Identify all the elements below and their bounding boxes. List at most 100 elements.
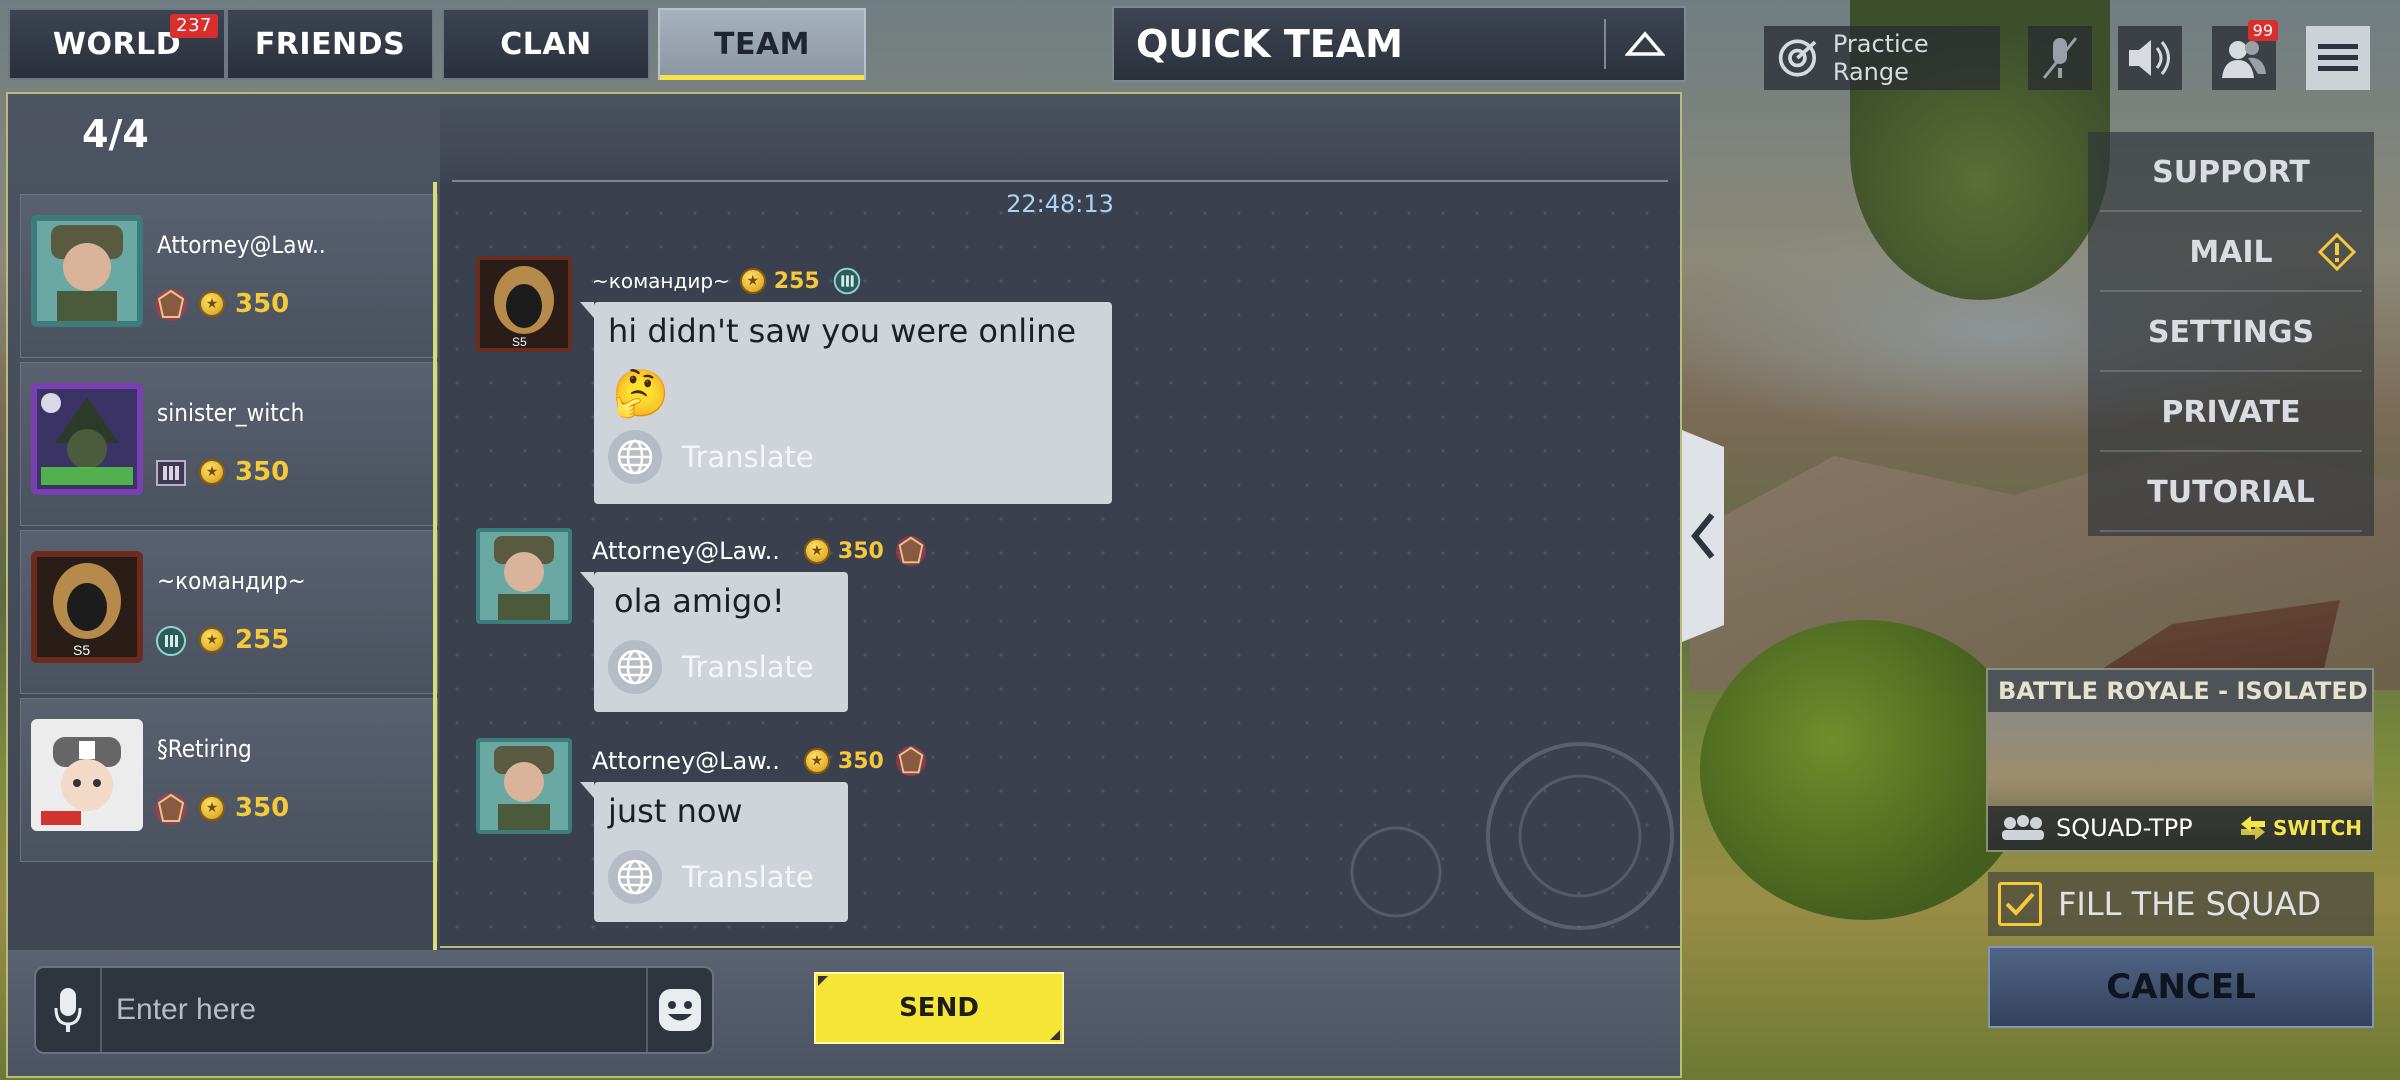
sender-avatar[interactable] xyxy=(476,528,572,624)
thinking-face-emoji: 🤔 xyxy=(612,366,670,420)
member-name: ~командир~ xyxy=(157,567,306,595)
collapse-panel-button[interactable] xyxy=(1682,430,1724,642)
tab-clan[interactable]: CLAN xyxy=(442,8,650,80)
menu-button[interactable] xyxy=(2306,26,2370,90)
chat-input-bar: SEND xyxy=(8,950,1680,1076)
member-points: ★ 350 xyxy=(199,457,289,487)
tab-world[interactable]: WORLD 237 xyxy=(8,8,226,80)
practice-range-label: Practice Range xyxy=(1832,30,1929,86)
svg-text:S5: S5 xyxy=(73,642,90,658)
svg-text:S5: S5 xyxy=(512,335,527,349)
chevron-left-icon xyxy=(1691,513,1715,559)
translate-button[interactable]: Translate xyxy=(608,640,814,694)
avatar xyxy=(31,719,143,831)
star-coin-icon: ★ xyxy=(803,748,830,774)
translate-label: Translate xyxy=(682,440,814,474)
joystick-overlay xyxy=(1350,826,1442,918)
member-points-value: 350 xyxy=(235,457,290,487)
checkbox-checked-icon[interactable] xyxy=(1998,882,2042,926)
roster-member[interactable]: §Retiring ★ 350 xyxy=(20,698,438,862)
sender-points: ★ 255 xyxy=(739,268,820,294)
practice-range-button[interactable]: Practice Range xyxy=(1764,26,2000,90)
message-bubble[interactable]: just now Translate xyxy=(580,782,848,922)
member-points-value: 255 xyxy=(235,625,290,655)
translate-label: Translate xyxy=(682,860,814,894)
menu-item-private[interactable]: PRIVATE xyxy=(2100,374,2362,452)
tab-team[interactable]: TEAM xyxy=(658,8,866,80)
menu-item-support[interactable]: SUPPORT xyxy=(2100,134,2362,212)
mic-muted-button[interactable] xyxy=(2028,26,2092,90)
message-input[interactable] xyxy=(116,968,656,1052)
sender-points-value: 255 xyxy=(773,268,820,294)
message-bubble[interactable]: ola amigo! Translate xyxy=(580,572,848,712)
chat-panel: 4/4 Attorney@Law.. ★ 350 sinister_witch … xyxy=(6,92,1682,1078)
timestamp-divider xyxy=(452,180,1668,182)
chevron-up-icon[interactable] xyxy=(1606,8,1684,80)
member-points-value: 350 xyxy=(235,793,290,823)
translate-button[interactable]: Translate xyxy=(608,850,814,904)
target-icon xyxy=(1778,39,1817,77)
star-coin-icon: ★ xyxy=(199,627,225,653)
roster-member[interactable]: Attorney@Law.. ★ 350 xyxy=(20,194,438,358)
star-coin-icon: ★ xyxy=(739,268,766,294)
menu-item-settings[interactable]: SETTINGS xyxy=(2100,294,2362,372)
microphone-icon[interactable] xyxy=(36,968,102,1052)
roster-member[interactable]: S5 ~командир~ ★ 255 xyxy=(20,530,438,694)
avatar xyxy=(31,215,143,327)
sender-avatar[interactable] xyxy=(476,738,572,834)
message-header: Attorney@Law.. ★ 350 xyxy=(592,534,928,568)
sender-name: ~командир~ xyxy=(592,269,730,293)
tab-team-label: TEAM xyxy=(713,26,811,62)
chat-input-box xyxy=(34,966,714,1054)
avatar: S5 xyxy=(31,551,143,663)
switch-mode-button[interactable]: SWITCH xyxy=(2239,816,2362,840)
tab-friends-label: FRIENDS xyxy=(254,26,406,62)
member-name: sinister_witch xyxy=(157,399,305,427)
cancel-button[interactable]: CANCEL xyxy=(1988,946,2374,1028)
message-text: just now xyxy=(608,792,743,830)
rank-badge-icon xyxy=(833,267,860,295)
sender-points-value: 350 xyxy=(837,748,884,774)
member-name: §Retiring xyxy=(157,735,252,763)
roster-member[interactable]: sinister_witch ★ 350 xyxy=(20,362,438,526)
menu-item-mail[interactable]: MAIL xyxy=(2100,214,2362,292)
speaker-button[interactable] xyxy=(2118,26,2182,90)
globe-icon xyxy=(608,430,662,484)
speaker-icon xyxy=(2129,40,2170,76)
mode-title: BATTLE ROYALE - ISOLATED xyxy=(1988,670,2372,712)
sender-points: ★ 350 xyxy=(803,538,884,564)
roster-scrollbar[interactable] xyxy=(433,182,437,1032)
fill-squad-toggle[interactable]: FILL THE SQUAD xyxy=(1988,872,2374,936)
chat-messages-area[interactable]: 22:48:13 S5 ~командир~ ★ 255 hi didn't s… xyxy=(440,94,1680,946)
member-points: ★ 350 xyxy=(199,289,289,319)
fill-squad-label: FILL THE SQUAD xyxy=(2058,885,2322,923)
sender-points: ★ 350 xyxy=(803,748,884,774)
team-roster: 4/4 Attorney@Law.. ★ 350 sinister_witch … xyxy=(8,94,440,1076)
menu-item-tutorial[interactable]: TUTORIAL xyxy=(2100,454,2362,532)
warning-icon xyxy=(2318,233,2356,271)
translate-button[interactable]: Translate xyxy=(608,430,814,484)
member-points: ★ 350 xyxy=(199,793,289,823)
star-coin-icon: ★ xyxy=(199,291,225,317)
globe-icon xyxy=(608,850,662,904)
side-menu: SUPPORT MAIL SETTINGS PRIVATE TUTORIAL xyxy=(2088,132,2374,536)
sender-name: Attorney@Law.. xyxy=(592,537,780,565)
rank-badge-icon xyxy=(156,460,186,486)
emoji-icon[interactable] xyxy=(646,968,712,1052)
joystick-overlay xyxy=(1486,742,1674,930)
tab-friends[interactable]: FRIENDS xyxy=(226,8,434,80)
rank-badge-icon xyxy=(895,745,926,777)
game-mode-card[interactable]: BATTLE ROYALE - ISOLATED SQUAD-TPP SWITC… xyxy=(1986,668,2374,852)
member-points-value: 350 xyxy=(235,289,290,319)
friends-button[interactable]: 99 xyxy=(2212,20,2278,90)
sender-avatar[interactable]: S5 xyxy=(476,256,572,352)
sender-points-value: 350 xyxy=(837,538,884,564)
send-button[interactable]: SEND xyxy=(814,972,1064,1044)
tab-clan-label: CLAN xyxy=(500,26,592,62)
switch-label: SWITCH xyxy=(2273,816,2362,840)
message-header: Attorney@Law.. ★ 350 xyxy=(592,744,928,778)
squad-type-label: SQUAD-TPP xyxy=(2056,814,2193,842)
translate-label: Translate xyxy=(682,650,814,684)
message-bubble[interactable]: hi didn't saw you were online 🤔 Translat… xyxy=(580,302,1112,504)
quick-team-dropdown[interactable]: QUICK TEAM xyxy=(1112,6,1686,82)
